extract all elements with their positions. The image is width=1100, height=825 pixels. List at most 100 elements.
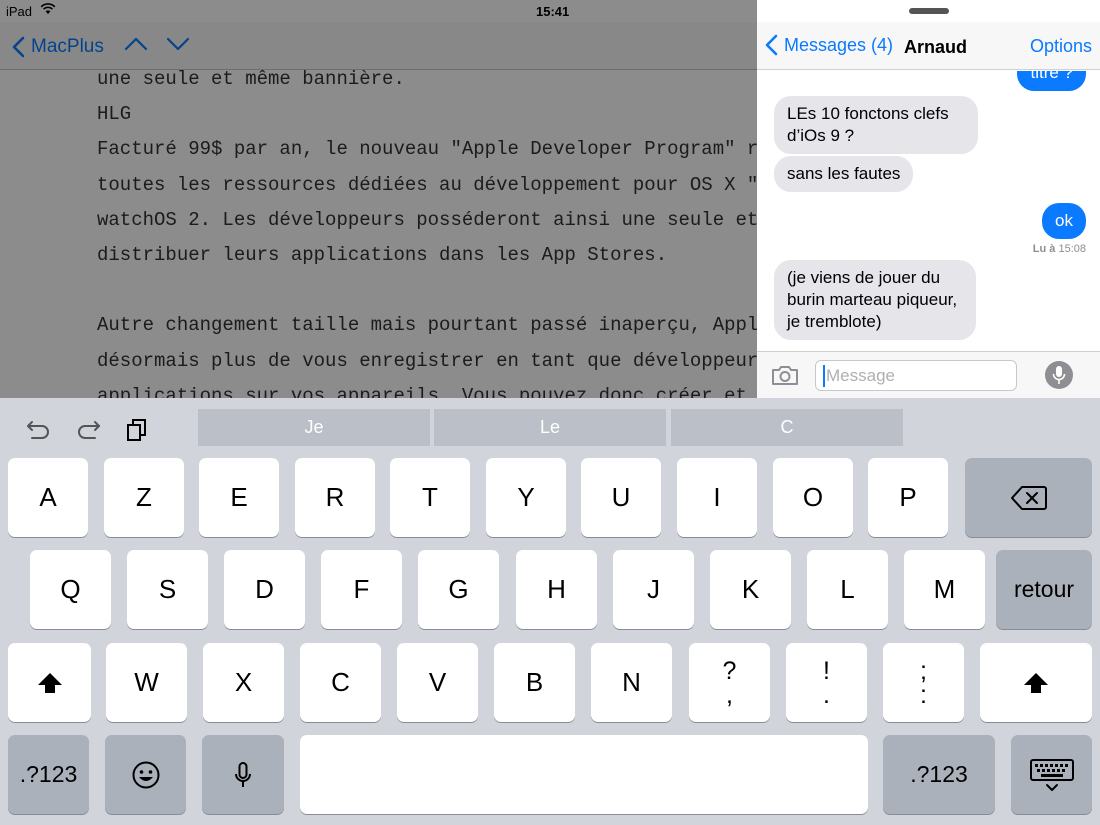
- key-secondary-glyph: ,: [726, 680, 733, 709]
- key-primary-glyph: ;: [920, 656, 927, 685]
- key-y[interactable]: Y: [486, 458, 566, 537]
- read-receipt-time: 15:08: [1058, 243, 1086, 255]
- redo-button[interactable]: [75, 419, 101, 446]
- key-z[interactable]: Z: [104, 458, 184, 537]
- article-line: Autre changement taille mais pourtant pa…: [97, 314, 757, 337]
- key-o[interactable]: O: [773, 458, 853, 537]
- message-thread[interactable]: titre ? LEs 10 fonctons clefs d’iOs 9 ? …: [757, 71, 1100, 351]
- paste-icon: [127, 419, 146, 441]
- sent-message: ok: [1042, 203, 1086, 239]
- camera-button[interactable]: [771, 364, 799, 391]
- key-b[interactable]: B: [494, 643, 575, 722]
- dictation-key[interactable]: [202, 735, 284, 814]
- article-line: [97, 273, 757, 308]
- chevron-down-icon: [166, 37, 190, 51]
- chevron-left-icon: [765, 34, 778, 56]
- shift-key-left[interactable]: [8, 643, 91, 722]
- key-j[interactable]: J: [613, 550, 694, 629]
- key-u[interactable]: U: [581, 458, 661, 537]
- browser-pane: iPad 15:41 MacPlus une seule et même ban…: [0, 0, 757, 398]
- key-primary-glyph: !: [823, 656, 830, 685]
- key-semicolon-colon[interactable]: ;:: [883, 643, 964, 722]
- undo-button[interactable]: [26, 419, 52, 446]
- article-line: watchOS 2. Les développeurs posséderont …: [97, 208, 757, 231]
- read-receipt-label: Lu à: [1032, 243, 1056, 255]
- key-p[interactable]: P: [868, 458, 948, 537]
- space-key[interactable]: [300, 735, 868, 814]
- previous-button[interactable]: [124, 36, 148, 57]
- key-g[interactable]: G: [418, 550, 499, 629]
- shift-icon: [37, 672, 62, 693]
- key-n[interactable]: N: [591, 643, 672, 722]
- emoji-icon: [132, 761, 159, 788]
- chevron-left-icon: [12, 36, 25, 58]
- message-input[interactable]: [815, 360, 1017, 391]
- hide-keyboard-key[interactable]: [1011, 735, 1092, 814]
- key-r[interactable]: R: [295, 458, 375, 537]
- numbers-key-left[interactable]: .?123: [8, 735, 89, 814]
- key-v[interactable]: V: [397, 643, 478, 722]
- redo-icon: [78, 421, 100, 439]
- return-key[interactable]: retour: [996, 550, 1092, 629]
- key-h[interactable]: H: [516, 550, 597, 629]
- article-line: applications sur vos appareils. Vous pou…: [97, 384, 747, 398]
- received-message: sans les fautes: [774, 156, 914, 192]
- contact-name: Arnaud: [904, 37, 967, 57]
- article-line: HLG: [97, 103, 132, 126]
- backspace-icon: [1010, 485, 1047, 510]
- key-e[interactable]: E: [199, 458, 279, 537]
- numbers-key-right[interactable]: .?123: [883, 735, 995, 814]
- key-l[interactable]: L: [807, 550, 888, 629]
- keyboard: Je Le C A Z E R T Y U I O P Q S D F G H …: [0, 398, 1100, 825]
- status-bar: iPad 15:41: [0, 0, 757, 22]
- messages-panel: Messages (4) Arnaud Options titre ? LEs …: [757, 0, 1100, 398]
- wifi-icon: [40, 3, 56, 18]
- shift-key-right[interactable]: [980, 643, 1092, 722]
- key-d[interactable]: D: [224, 550, 305, 629]
- back-button-label: MacPlus: [31, 36, 104, 57]
- device-label: iPad: [6, 4, 33, 19]
- key-primary-glyph: ?: [722, 656, 737, 685]
- dictation-button[interactable]: [1045, 361, 1073, 389]
- suggestion-2[interactable]: Le: [434, 409, 666, 446]
- key-f[interactable]: F: [321, 550, 402, 629]
- key-question-comma[interactable]: ?,: [689, 643, 770, 722]
- article-line: Facturé 99$ par an, le nouveau "Apple De…: [97, 138, 757, 161]
- key-secondary-glyph: :: [920, 680, 927, 709]
- slide-over-grabber[interactable]: [909, 8, 949, 14]
- key-a[interactable]: A: [8, 458, 88, 537]
- back-button[interactable]: MacPlus: [12, 34, 104, 60]
- article-line: désormais plus de vous enregistrer en ta…: [97, 349, 757, 372]
- next-button[interactable]: [166, 36, 190, 57]
- compose-bar: [757, 351, 1100, 398]
- key-secondary-glyph: .: [823, 680, 830, 709]
- key-i[interactable]: I: [677, 458, 757, 537]
- messages-navbar: Messages (4) Arnaud Options: [757, 22, 1100, 70]
- key-x[interactable]: X: [203, 643, 284, 722]
- clock: 15:41: [536, 4, 570, 19]
- key-s[interactable]: S: [127, 550, 208, 629]
- key-w[interactable]: W: [106, 643, 187, 722]
- article-body: une seule et même bannière. HLG Facturé …: [97, 62, 757, 398]
- received-message: (je viens de jouer du burin marteau piqu…: [774, 260, 976, 340]
- article-line: distribuer leurs applications dans les A…: [97, 244, 668, 267]
- read-receipt: Lu à 15:08: [1033, 243, 1086, 255]
- key-k[interactable]: K: [710, 550, 791, 629]
- backspace-key[interactable]: [965, 458, 1092, 537]
- emoji-key[interactable]: [105, 735, 186, 814]
- article-line: une seule et même bannière.: [97, 68, 405, 90]
- suggestion-1[interactable]: Je: [198, 409, 430, 446]
- key-q[interactable]: Q: [30, 550, 111, 629]
- key-m[interactable]: M: [904, 550, 985, 629]
- key-t[interactable]: T: [390, 458, 470, 537]
- paste-button[interactable]: [126, 418, 148, 447]
- options-button[interactable]: Options: [1030, 36, 1092, 57]
- suggestion-3[interactable]: C: [671, 409, 903, 446]
- microphone-icon: [235, 761, 251, 787]
- shift-icon: [1024, 672, 1048, 693]
- messages-back-label: Messages (4): [784, 34, 894, 55]
- key-c[interactable]: C: [300, 643, 381, 722]
- messages-back-button[interactable]: Messages (4): [765, 34, 893, 56]
- key-exclam-period[interactable]: !.: [786, 643, 867, 722]
- chevron-up-icon: [124, 37, 148, 51]
